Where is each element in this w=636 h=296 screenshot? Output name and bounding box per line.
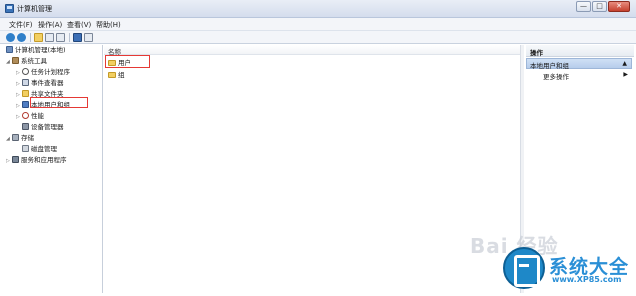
back-icon[interactable] xyxy=(6,33,15,42)
collapse-caret-icon[interactable]: ▲ xyxy=(622,60,627,67)
properties-icon[interactable] xyxy=(56,33,65,42)
action-group-label: 本地用户和组 xyxy=(530,62,569,70)
tree-item-task-scheduler[interactable]: ▷ 任务计划程序 xyxy=(16,68,70,77)
tree-item-label: 事件查看器 xyxy=(31,79,64,87)
tree-item-event-viewer[interactable]: ▷ 事件查看器 xyxy=(16,79,64,88)
more-actions-label: 更多操作 xyxy=(543,73,569,81)
window-controls: — □ ✕ xyxy=(576,1,630,12)
list-item-label: 组 xyxy=(118,71,125,79)
tree-item-storage[interactable]: ◢ 存储 xyxy=(6,134,34,143)
console-icon[interactable] xyxy=(84,33,93,42)
actions-header: 操作 xyxy=(526,45,634,57)
title-bar: 计算机管理 — □ ✕ xyxy=(0,0,636,18)
device-manager-icon xyxy=(22,123,29,130)
menu-action[interactable]: 操作(A) xyxy=(38,20,62,30)
tree-item-label: 任务计划程序 xyxy=(31,68,70,76)
tree-item-shared-folders[interactable]: ▷ 共享文件夹 xyxy=(16,90,64,99)
help-icon[interactable] xyxy=(73,33,82,42)
menu-help[interactable]: 帮助(H) xyxy=(96,20,121,30)
content-pane: 名称 用户 组 xyxy=(104,45,524,293)
services-icon xyxy=(12,156,19,163)
shared-folder-icon xyxy=(22,90,29,97)
show-hide-tree-icon[interactable] xyxy=(45,33,54,42)
computer-icon xyxy=(6,46,13,53)
tree-item-performance[interactable]: ▷ 性能 xyxy=(16,112,44,121)
users-icon xyxy=(22,101,29,108)
window-title: 计算机管理 xyxy=(17,5,52,13)
folder-icon xyxy=(108,72,116,78)
tree-item-label: 本地用户和组 xyxy=(31,101,70,109)
menu-view[interactable]: 查看(V) xyxy=(67,20,91,30)
toolbar xyxy=(0,31,636,44)
tree-item-label: 共享文件夹 xyxy=(31,90,64,98)
disk-icon xyxy=(22,145,29,152)
column-header-label: 名称 xyxy=(108,48,121,56)
toolbar-separator xyxy=(30,33,31,42)
tree-item-disk-management[interactable]: 磁盘管理 xyxy=(16,145,57,154)
event-log-icon xyxy=(22,79,29,86)
list-item[interactable]: 组 xyxy=(108,71,125,80)
list-item-label: 用户 xyxy=(118,59,131,67)
tree-item-root[interactable]: 计算机管理(本地) xyxy=(6,46,66,55)
close-icon: ✕ xyxy=(616,2,622,10)
forward-icon[interactable] xyxy=(17,33,26,42)
column-header-name[interactable]: 名称 xyxy=(104,45,524,56)
tree-item-label: 存储 xyxy=(21,134,34,142)
minimize-icon: — xyxy=(580,2,587,10)
performance-icon xyxy=(22,112,29,119)
actions-header-label: 操作 xyxy=(530,49,543,57)
maximize-button[interactable]: □ xyxy=(592,1,607,12)
submenu-arrow-icon: ▶ xyxy=(623,71,628,78)
tree-item-system-tools[interactable]: ◢ 系统工具 xyxy=(6,57,47,66)
tree-item-label: 计算机管理(本地) xyxy=(15,46,66,54)
tree-item-label: 设备管理器 xyxy=(31,123,64,131)
brand-url-watermark: www.XP85.com xyxy=(552,275,622,284)
computer-management-icon xyxy=(5,4,14,13)
tree-item-label: 系统工具 xyxy=(21,57,47,65)
tree-item-label: 服务和应用程序 xyxy=(21,156,67,164)
tree-item-label: 磁盘管理 xyxy=(31,145,57,153)
list-item[interactable]: 用户 xyxy=(108,59,131,68)
clock-icon xyxy=(22,68,29,75)
folder-up-icon[interactable] xyxy=(34,33,43,42)
maximize-icon: □ xyxy=(596,2,603,10)
minimize-button[interactable]: — xyxy=(576,1,591,12)
close-button[interactable]: ✕ xyxy=(608,1,630,12)
menu-file[interactable]: 文件(F) xyxy=(9,20,33,30)
menu-bar: 文件(F) 操作(A) 查看(V) 帮助(H) xyxy=(0,18,636,31)
toolbar-separator xyxy=(69,33,70,42)
more-actions-item[interactable]: 更多操作 ▶ xyxy=(526,70,632,81)
xp85-logo-icon xyxy=(503,247,545,289)
tree-item-local-users-groups[interactable]: ▷ 本地用户和组 xyxy=(16,101,70,110)
action-group-local-users[interactable]: 本地用户和组 ▲ xyxy=(526,58,632,70)
tree-item-label: 性能 xyxy=(31,112,44,120)
storage-icon xyxy=(12,134,19,141)
folder-icon xyxy=(108,60,116,66)
tree-item-services-apps[interactable]: ▷ 服务和应用程序 xyxy=(6,156,67,165)
tree-item-device-manager[interactable]: 设备管理器 xyxy=(16,123,64,132)
console-tree: 计算机管理(本地) ◢ 系统工具 ▷ 任务计划程序 ▷ 事件查看器 ▷ 共享文件夹 ▷ 本… xyxy=(2,45,103,293)
tools-icon xyxy=(12,57,19,64)
